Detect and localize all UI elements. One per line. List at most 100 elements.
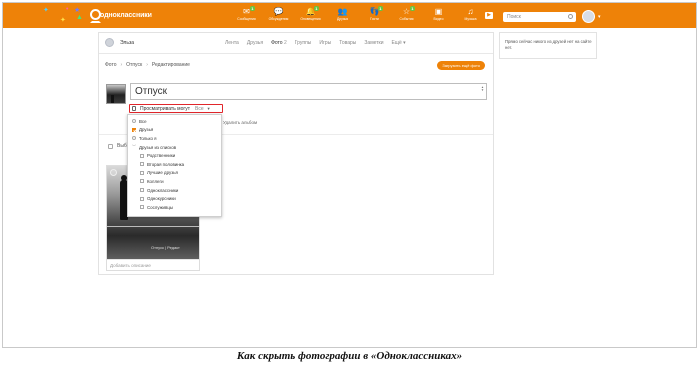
tab-groups[interactable]: Группы xyxy=(295,40,312,46)
breadcrumb-album[interactable]: Отпуск xyxy=(126,62,142,68)
nav-badge: 1 xyxy=(377,6,383,11)
privacy-option-coworkers[interactable]: Сослуживцы xyxy=(128,203,221,212)
option-label: Друзья xyxy=(139,127,154,133)
privacy-dropdown: Все Друзья Только я ﹀ Друзья из списков … xyxy=(127,114,222,217)
option-label: Коллеги xyxy=(147,178,164,184)
nav-badge: 1 xyxy=(313,6,319,11)
site-logo[interactable]: одноклассники xyxy=(89,8,152,23)
confetti-icon: ★ xyxy=(74,7,81,14)
tab-notes[interactable]: Заметки xyxy=(364,40,383,46)
photo-description-input[interactable]: Добавить описание xyxy=(107,259,199,270)
tab-photos[interactable]: Фото 2 xyxy=(271,40,287,46)
confetti-icon: ✦ xyxy=(60,17,66,24)
checkbox[interactable] xyxy=(140,153,144,158)
chevron-right-icon: › xyxy=(120,62,123,68)
user-avatar[interactable] xyxy=(582,10,595,23)
album-title-value: Отпуск xyxy=(135,86,168,97)
brand-name: одноклассники xyxy=(100,11,152,19)
breadcrumb: Фото › Отпуск › Редактирование Загрузить… xyxy=(99,55,493,75)
search-input[interactable]: Поиск xyxy=(503,12,576,22)
radio-button[interactable] xyxy=(132,119,136,124)
album-cover[interactable] xyxy=(106,84,126,104)
delete-album-button[interactable]: Удалить альбом xyxy=(216,120,257,125)
checkbox[interactable] xyxy=(140,179,144,184)
message-icon: ✉ xyxy=(243,7,250,16)
privacy-option-partner[interactable]: Вторая половинка xyxy=(128,160,221,169)
tab-products[interactable]: Товары xyxy=(339,40,356,46)
nav-friends[interactable]: 👥 Друзья xyxy=(328,6,357,26)
nav-label: Обсуждения xyxy=(268,17,289,21)
nav-events[interactable]: ☆ События 1 xyxy=(392,6,421,26)
checkbox[interactable] xyxy=(140,196,144,201)
chevron-down-icon[interactable]: ﹀ xyxy=(132,145,136,149)
upload-more-button[interactable]: Загрузить ещё фото xyxy=(437,61,485,70)
friends-icon: 👥 xyxy=(337,7,348,16)
nav-guests[interactable]: 👣 Гости 1 xyxy=(360,6,389,26)
photo-select-checkbox[interactable] xyxy=(110,169,117,176)
privacy-selector[interactable]: Просматривать могут Все ▼ xyxy=(129,104,223,113)
nav-discussions[interactable]: 💬 Обсуждения xyxy=(264,6,293,26)
discussion-icon: 💬 xyxy=(273,7,284,16)
chevron-down-icon: ▼ xyxy=(206,106,211,111)
chevron-right-icon: › xyxy=(146,62,148,68)
checkbox[interactable] xyxy=(140,188,144,193)
option-label: Вторая половинка xyxy=(147,161,185,167)
checkbox[interactable] xyxy=(140,205,144,210)
tab-feed[interactable]: Лента xyxy=(225,40,239,46)
profile-header: Эльза Лента Друзья Фото 2 Группы Игры То… xyxy=(99,33,493,54)
privacy-option-friends[interactable]: Друзья xyxy=(128,126,221,135)
checkbox[interactable] xyxy=(140,170,144,175)
option-label: Однокурсники xyxy=(147,196,176,202)
checkbox-checked[interactable] xyxy=(132,127,136,132)
checkbox[interactable] xyxy=(108,143,113,149)
option-label: Друзья из списков xyxy=(139,144,177,150)
nav-label: Оповещения xyxy=(300,17,321,21)
album-title-input[interactable]: Отпуск ▲ ▼ xyxy=(130,83,487,100)
privacy-option-colleagues[interactable]: Коллеги xyxy=(128,177,221,186)
confetti-icon: • xyxy=(66,6,69,13)
nav-video[interactable]: ▣ Видео xyxy=(424,6,453,26)
guests-icon: 👣 xyxy=(369,7,380,16)
profile-name[interactable]: Эльза xyxy=(120,40,134,46)
nav-notifications[interactable]: 🔔 Оповещения 1 xyxy=(296,6,325,26)
breadcrumb-photos[interactable]: Фото xyxy=(105,62,117,68)
privacy-option-only-me[interactable]: Только я xyxy=(128,134,221,143)
nav-messages[interactable]: ✉ Сообщения 1 xyxy=(232,6,261,26)
privacy-option-classmates[interactable]: Одноклассники xyxy=(128,186,221,195)
privacy-option-best-friends[interactable]: Лучшие друзья xyxy=(128,169,221,178)
music-icon: ♫ xyxy=(467,7,474,16)
resize-arrows-icon: ▲ ▼ xyxy=(481,85,484,92)
privacy-option-relatives[interactable]: Родственники xyxy=(128,151,221,160)
tab-games[interactable]: Игры xyxy=(319,40,331,46)
image-caption: Как скрыть фотографии в «Одноклассниках» xyxy=(236,350,463,362)
radio-button[interactable] xyxy=(132,136,136,141)
privacy-option-friend-lists[interactable]: ﹀ Друзья из списков xyxy=(128,143,221,152)
search-placeholder: Поиск xyxy=(507,14,521,20)
tab-friends[interactable]: Друзья xyxy=(247,40,263,46)
chevron-down-icon[interactable]: ▾ xyxy=(598,14,601,20)
nav-badge: 1 xyxy=(409,6,415,11)
photo-watermark: Отпуск | Редакт xyxy=(151,245,180,250)
profile-tabs: Лента Друзья Фото 2 Группы Игры Товары З… xyxy=(225,40,414,46)
delete-album-label: Удалить альбом xyxy=(223,120,258,125)
checkbox[interactable] xyxy=(140,162,144,167)
online-friends-panel: Прямо сейчас никого из друзей нет на сай… xyxy=(499,32,597,59)
nav-label: Гости xyxy=(370,17,379,21)
privacy-option-all[interactable]: Все xyxy=(128,117,221,126)
ok-logo-icon xyxy=(89,8,101,23)
nav-music[interactable]: ♫ Музыка xyxy=(456,6,485,26)
nav-badge: 1 xyxy=(249,6,255,11)
tab-more[interactable]: Ещё ▾ xyxy=(392,40,406,46)
nav-label: Сообщения xyxy=(237,17,256,21)
play-icon[interactable]: ▶ xyxy=(485,12,493,19)
option-label: Все xyxy=(139,118,147,124)
search-icon[interactable] xyxy=(568,14,573,19)
video-icon: ▣ xyxy=(434,7,443,16)
tab-photos-label: Фото xyxy=(271,40,283,46)
option-label: Родственники xyxy=(147,153,176,159)
avatar[interactable] xyxy=(105,38,114,47)
nav-label: Друзья xyxy=(337,17,348,21)
top-bar: ✦ ✦ • ▲ ★ одноклассники ✉ Сообщения 1 💬 … xyxy=(3,3,696,28)
privacy-option-coursemates[interactable]: Однокурсники xyxy=(128,194,221,203)
option-label: Сослуживцы xyxy=(147,204,174,210)
